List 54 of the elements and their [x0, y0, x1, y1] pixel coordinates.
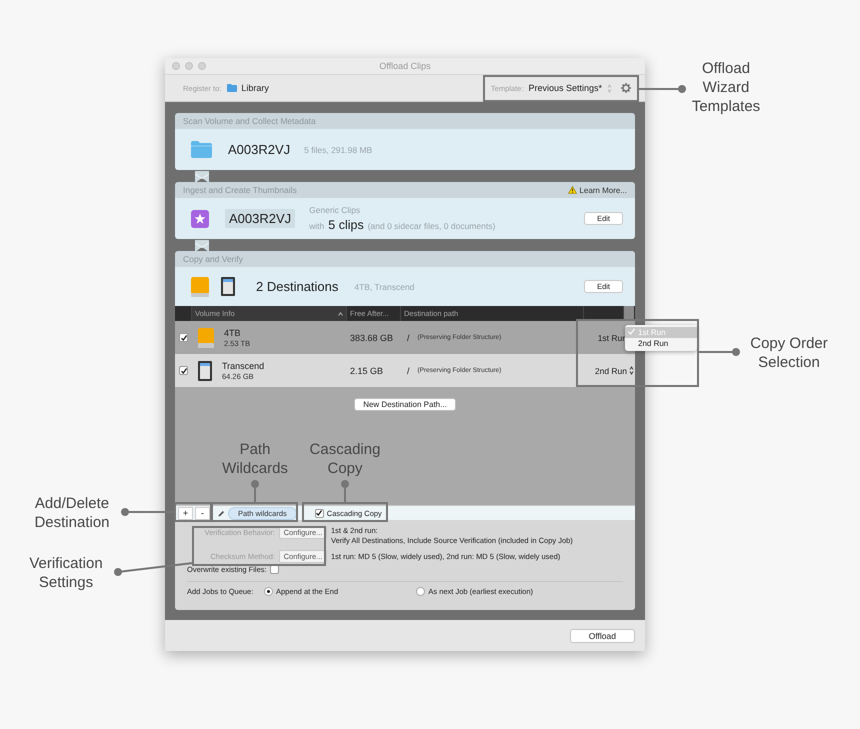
add-button[interactable]: +: [178, 506, 193, 520]
volume-name: A003R2VJ: [228, 142, 290, 158]
callout-label: Add/Delete Destination: [33, 494, 111, 532]
sd-card-icon: [198, 360, 212, 381]
drive-icon: [191, 276, 209, 297]
checkbox[interactable]: [179, 366, 188, 376]
clip-details: (and 0 sidecar files, 0 documents): [368, 221, 496, 232]
callout-label: Path Wildcards: [221, 440, 289, 478]
leader-line: [251, 480, 259, 503]
folder-icon: [227, 84, 238, 92]
free-space: 2.15 GB: [349, 366, 384, 376]
step-title: Copy and Verify: [183, 254, 244, 264]
radio-button[interactable]: [416, 587, 426, 596]
checkmark-icon: [628, 328, 635, 335]
warning-icon: [568, 186, 578, 194]
volume-name: 4TB: [224, 328, 242, 338]
file-summary: 5 files, 291.98 MB: [304, 144, 372, 155]
leader-line: [638, 85, 686, 93]
destination-path: /: [407, 366, 410, 376]
leader-line: [341, 480, 349, 503]
radio-button[interactable]: [264, 587, 273, 596]
callout-label: Cascading Copy: [308, 440, 382, 478]
settings-icon[interactable]: [621, 83, 631, 94]
destination-summary: 2 Destinations: [256, 279, 338, 294]
updown-arrows-icon: [607, 84, 612, 93]
library-name[interactable]: Library: [241, 83, 269, 94]
with-label: with: [309, 221, 324, 232]
remove-button[interactable]: -: [195, 506, 210, 520]
volume-name: Transcend: [222, 360, 264, 371]
leader-line: [698, 348, 740, 356]
destination-list: 4TB, Transcend: [354, 282, 414, 292]
step-title: Ingest and Create Thumbnails: [183, 185, 297, 196]
learn-more-link[interactable]: Learn More...: [568, 186, 627, 195]
callout-label: Copy Order Selection: [749, 334, 829, 372]
sd-card-icon: [221, 277, 235, 296]
step-title: Scan Volume and Collect Metadata: [183, 116, 316, 126]
new-destination-button[interactable]: New Destination Path...: [354, 398, 456, 412]
drive-icon: [198, 328, 214, 348]
destination-path: /: [407, 332, 410, 343]
checkbox[interactable]: [179, 333, 188, 342]
window-title: Offload Clips: [379, 60, 431, 71]
clip-count: 5 clips: [328, 218, 364, 232]
pencil-icon: [218, 510, 224, 517]
checkbox[interactable]: [314, 508, 324, 518]
volume-name: A003R2VJ: [225, 209, 296, 228]
updown-arrows-icon: [629, 366, 634, 376]
folder-icon: [191, 141, 212, 158]
offload-button[interactable]: Offload: [570, 628, 635, 643]
callout-label: Verification Settings: [28, 554, 104, 592]
run-select[interactable]: 2nd Run: [594, 366, 627, 376]
free-space: 383.68 GB: [349, 332, 394, 343]
clip-type: Generic Clips: [309, 205, 362, 216]
template-select[interactable]: Previous Settings*: [528, 83, 602, 94]
callout-label: Offload Wizard Templates: [690, 59, 762, 116]
